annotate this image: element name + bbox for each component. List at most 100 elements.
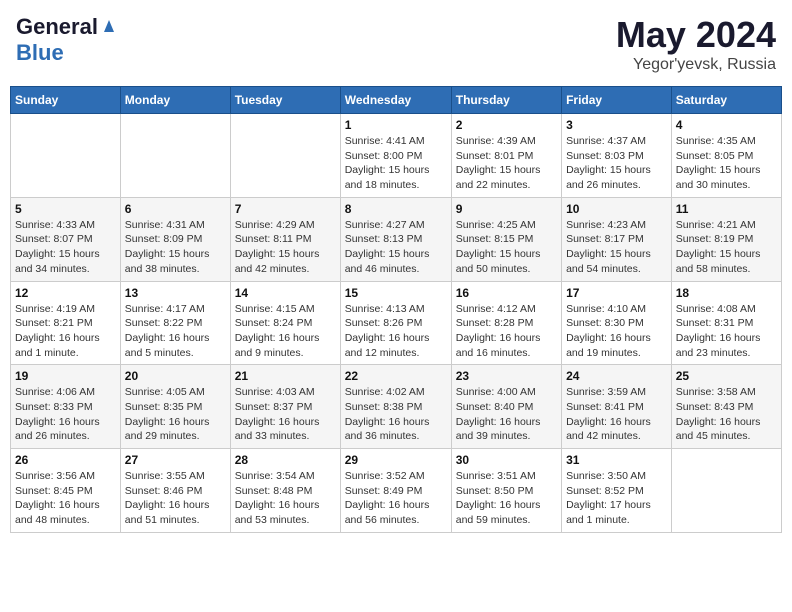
calendar-day-cell: 14 Sunrise: 4:15 AM Sunset: 8:24 PM Dayli…: [230, 281, 340, 365]
calendar-day-cell: [11, 114, 121, 198]
day-info: Sunrise: 4:17 AM Sunset: 8:22 PM Dayligh…: [125, 302, 226, 361]
day-info: Sunrise: 4:12 AM Sunset: 8:28 PM Dayligh…: [456, 302, 557, 361]
day-info: Sunrise: 4:05 AM Sunset: 8:35 PM Dayligh…: [125, 385, 226, 444]
day-number: 20: [125, 369, 226, 383]
day-number: 12: [15, 286, 116, 300]
calendar-day-cell: 23Sunrise: 4:00 AM Sunset: 8:40 PM Dayli…: [451, 365, 561, 449]
day-number: 11: [676, 202, 777, 216]
day-number: 8: [345, 202, 447, 216]
calendar-day-cell: 25 Sunrise: 3:58 AM Sunset: 8:43 PM Dayli…: [671, 365, 781, 449]
logo-blue-text: Blue: [16, 40, 64, 65]
calendar-day-cell: 18 Sunrise: 4:08 AM Sunset: 8:31 PM Dayli…: [671, 281, 781, 365]
day-info: Sunrise: 3:58 AM Sunset: 8:43 PM Dayligh…: [676, 385, 777, 444]
day-info: Sunrise: 4:25 AM Sunset: 8:15 PM Dayligh…: [456, 218, 557, 277]
day-info: Sunrise: 3:54 AM Sunset: 8:48 PM Dayligh…: [235, 469, 336, 528]
calendar-day-cell: 22 Sunrise: 4:02 AM Sunset: 8:38 PM Dayli…: [340, 365, 451, 449]
calendar-day-cell: 30 Sunrise: 3:51 AM Sunset: 8:50 PM Dayli…: [451, 449, 561, 533]
calendar-week-row: 19 Sunrise: 4:06 AM Sunset: 8:33 PM Dayli…: [11, 365, 782, 449]
day-info: Sunrise: 4:08 AM Sunset: 8:31 PM Dayligh…: [676, 302, 777, 361]
calendar-day-header: Wednesday: [340, 87, 451, 114]
day-info: Sunrise: 4:10 AM Sunset: 8:30 PM Dayligh…: [566, 302, 667, 361]
day-number: 28: [235, 453, 336, 467]
day-info: Sunrise: 4:06 AM Sunset: 8:33 PM Dayligh…: [15, 385, 116, 444]
day-number: 30: [456, 453, 557, 467]
calendar-day-cell: 5 Sunrise: 4:33 AM Sunset: 8:07 PM Daylig…: [11, 197, 121, 281]
day-number: 21: [235, 369, 336, 383]
day-number: 16: [456, 286, 557, 300]
calendar-body: 1Sunrise: 4:41 AM Sunset: 8:00 PM Daylig…: [11, 114, 782, 533]
day-number: 31: [566, 453, 667, 467]
calendar-day-cell: 12 Sunrise: 4:19 AM Sunset: 8:21 PM Dayli…: [11, 281, 121, 365]
day-info: Sunrise: 4:19 AM Sunset: 8:21 PM Dayligh…: [15, 302, 116, 361]
day-number: 5: [15, 202, 116, 216]
calendar-day-cell: 21 Sunrise: 4:03 AM Sunset: 8:37 PM Dayli…: [230, 365, 340, 449]
day-number: 14: [235, 286, 336, 300]
calendar-day-cell: 20 Sunrise: 4:05 AM Sunset: 8:35 PM Dayli…: [120, 365, 230, 449]
day-number: 2: [456, 118, 557, 132]
calendar-day-cell: 28 Sunrise: 3:54 AM Sunset: 8:48 PM Dayli…: [230, 449, 340, 533]
calendar-day-header: Friday: [562, 87, 672, 114]
day-number: 18: [676, 286, 777, 300]
day-info: Sunrise: 4:31 AM Sunset: 8:09 PM Dayligh…: [125, 218, 226, 277]
calendar-table: SundayMondayTuesdayWednesdayThursdayFrid…: [10, 86, 782, 533]
day-number: 29: [345, 453, 447, 467]
day-info: Sunrise: 3:51 AM Sunset: 8:50 PM Dayligh…: [456, 469, 557, 528]
day-info: Sunrise: 4:37 AM Sunset: 8:03 PM Dayligh…: [566, 134, 667, 193]
location: Yegor'yevsk, Russia: [616, 56, 776, 74]
day-number: 19: [15, 369, 116, 383]
day-info: Sunrise: 4:15 AM Sunset: 8:24 PM Dayligh…: [235, 302, 336, 361]
day-number: 7: [235, 202, 336, 216]
day-info: Sunrise: 4:00 AM Sunset: 8:40 PM Dayligh…: [456, 385, 557, 444]
day-number: 9: [456, 202, 557, 216]
day-number: 22: [345, 369, 447, 383]
calendar-day-cell: 9 Sunrise: 4:25 AM Sunset: 8:15 PM Daylig…: [451, 197, 561, 281]
calendar-day-cell: 19 Sunrise: 4:06 AM Sunset: 8:33 PM Dayli…: [11, 365, 121, 449]
calendar-day-cell: 29 Sunrise: 3:52 AM Sunset: 8:49 PM Dayli…: [340, 449, 451, 533]
calendar-day-header: Monday: [120, 87, 230, 114]
calendar-day-cell: 16 Sunrise: 4:12 AM Sunset: 8:28 PM Dayli…: [451, 281, 561, 365]
day-number: 27: [125, 453, 226, 467]
calendar-header-row: SundayMondayTuesdayWednesdayThursdayFrid…: [11, 87, 782, 114]
day-info: Sunrise: 4:29 AM Sunset: 8:11 PM Dayligh…: [235, 218, 336, 277]
month-title: May 2024: [616, 14, 776, 56]
day-info: Sunrise: 4:13 AM Sunset: 8:26 PM Dayligh…: [345, 302, 447, 361]
day-number: 6: [125, 202, 226, 216]
day-info: Sunrise: 3:55 AM Sunset: 8:46 PM Dayligh…: [125, 469, 226, 528]
day-number: 24: [566, 369, 667, 383]
day-info: Sunrise: 3:59 AM Sunset: 8:41 PM Dayligh…: [566, 385, 667, 444]
logo-general-text: General: [16, 14, 98, 40]
calendar-day-cell: [671, 449, 781, 533]
calendar-week-row: 12 Sunrise: 4:19 AM Sunset: 8:21 PM Dayli…: [11, 281, 782, 365]
logo-triangle-icon: [100, 16, 118, 34]
day-info: Sunrise: 4:27 AM Sunset: 8:13 PM Dayligh…: [345, 218, 447, 277]
calendar-day-cell: 3 Sunrise: 4:37 AM Sunset: 8:03 PM Daylig…: [562, 114, 672, 198]
day-number: 25: [676, 369, 777, 383]
day-number: 4: [676, 118, 777, 132]
calendar-day-cell: [230, 114, 340, 198]
day-info: Sunrise: 4:03 AM Sunset: 8:37 PM Dayligh…: [235, 385, 336, 444]
calendar-week-row: 1Sunrise: 4:41 AM Sunset: 8:00 PM Daylig…: [11, 114, 782, 198]
calendar-day-cell: 17 Sunrise: 4:10 AM Sunset: 8:30 PM Dayli…: [562, 281, 672, 365]
day-info: Sunrise: 4:21 AM Sunset: 8:19 PM Dayligh…: [676, 218, 777, 277]
day-number: 1: [345, 118, 447, 132]
day-info: Sunrise: 3:56 AM Sunset: 8:45 PM Dayligh…: [15, 469, 116, 528]
calendar-day-cell: 15 Sunrise: 4:13 AM Sunset: 8:26 PM Dayli…: [340, 281, 451, 365]
page-header: General Blue May 2024 Yegor'yevsk, Russi…: [10, 10, 782, 78]
day-info: Sunrise: 3:52 AM Sunset: 8:49 PM Dayligh…: [345, 469, 447, 528]
day-number: 17: [566, 286, 667, 300]
calendar-day-cell: 13Sunrise: 4:17 AM Sunset: 8:22 PM Dayli…: [120, 281, 230, 365]
day-info: Sunrise: 4:33 AM Sunset: 8:07 PM Dayligh…: [15, 218, 116, 277]
calendar-day-cell: 1Sunrise: 4:41 AM Sunset: 8:00 PM Daylig…: [340, 114, 451, 198]
calendar-week-row: 5 Sunrise: 4:33 AM Sunset: 8:07 PM Daylig…: [11, 197, 782, 281]
calendar-day-cell: 7 Sunrise: 4:29 AM Sunset: 8:11 PM Daylig…: [230, 197, 340, 281]
calendar-day-header: Sunday: [11, 87, 121, 114]
calendar-day-cell: [120, 114, 230, 198]
calendar-day-header: Saturday: [671, 87, 781, 114]
day-number: 15: [345, 286, 447, 300]
day-info: Sunrise: 3:50 AM Sunset: 8:52 PM Dayligh…: [566, 469, 667, 528]
day-number: 3: [566, 118, 667, 132]
calendar-day-cell: 11 Sunrise: 4:21 AM Sunset: 8:19 PM Dayli…: [671, 197, 781, 281]
day-info: Sunrise: 4:02 AM Sunset: 8:38 PM Dayligh…: [345, 385, 447, 444]
calendar-day-header: Tuesday: [230, 87, 340, 114]
calendar-day-cell: 8 Sunrise: 4:27 AM Sunset: 8:13 PM Daylig…: [340, 197, 451, 281]
